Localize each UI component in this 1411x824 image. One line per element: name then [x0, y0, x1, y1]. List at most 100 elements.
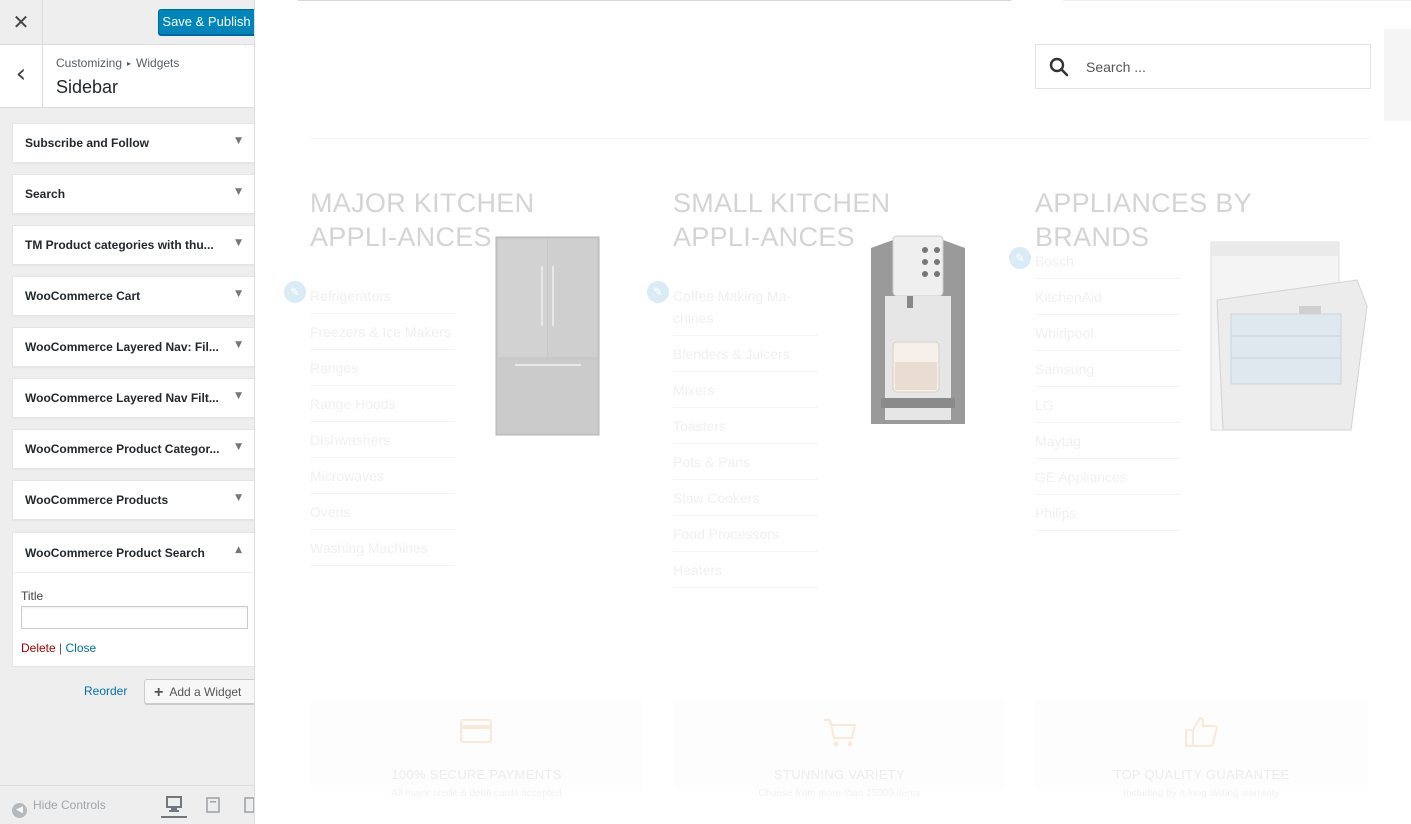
plus-icon: +: [154, 684, 164, 701]
list-item[interactable]: Whirlpool: [1035, 315, 1180, 351]
list-item[interactable]: Range Hoods: [310, 386, 455, 422]
caret-down-icon[interactable]: ▼: [235, 493, 242, 503]
caret-down-icon[interactable]: ▼: [235, 136, 242, 146]
breadcrumb-separator-icon: ▸: [127, 59, 132, 68]
save-publish-button[interactable]: Save & Publish: [158, 9, 254, 35]
list-item[interactable]: Refrigerators: [310, 278, 455, 314]
list-item[interactable]: Philips: [1035, 495, 1180, 531]
widget-header[interactable]: WooCommerce Product Search ▲: [13, 533, 254, 573]
widget-search[interactable]: Search ▼: [12, 174, 254, 214]
widget-title: WooCommerce Layered Nav Filt...: [25, 391, 219, 405]
feature-subtitle: Including by a long lasting warranty: [1123, 788, 1280, 799]
divider: [1063, 0, 1411, 1]
list-item[interactable]: Maytag: [1035, 423, 1180, 459]
desktop-icon: [166, 796, 182, 812]
widget-woocommerce-product-search: WooCommerce Product Search ▲ Title Delete…: [12, 532, 254, 667]
list-item[interactable]: Freezers & Ice Makers: [310, 314, 455, 350]
search-placeholder: Search ...: [1086, 59, 1146, 75]
list-item[interactable]: Mixers: [673, 372, 818, 408]
widget-woocommerce-layered-nav[interactable]: WooCommerce Layered Nav Filt... ▼: [12, 378, 254, 418]
section-header: ‹ Customizing ▸ Widgets Sidebar: [0, 45, 254, 108]
list-item[interactable]: Slow Cookers: [673, 480, 818, 516]
feature-secure-payments: 100% SECURE PAYMENTS All major credit & …: [310, 700, 643, 799]
list-item[interactable]: Washing Machines: [310, 530, 455, 566]
list-item[interactable]: Food Processors: [673, 516, 818, 552]
list-item[interactable]: LG: [1035, 387, 1180, 423]
list-item[interactable]: Toasters: [673, 408, 818, 444]
list-item[interactable]: Bosch: [1035, 243, 1180, 279]
site-search[interactable]: Search ...: [1035, 44, 1371, 89]
list-item[interactable]: Pots & Pans: [673, 444, 818, 480]
category-list: Bosch KitchenAid Whirlpool Samsung LG Ma…: [1035, 243, 1180, 531]
widget-title: Subscribe and Follow: [25, 136, 150, 150]
caret-down-icon[interactable]: ▼: [235, 391, 242, 401]
close-customizer-button[interactable]: ✕: [0, 0, 43, 44]
breadcrumb-item: Widgets: [136, 56, 180, 70]
widget-title: WooCommerce Product Categor...: [25, 442, 220, 456]
category-list: Coffee Making Ma-chines Blenders & Juice…: [673, 278, 818, 588]
caret-down-icon[interactable]: ▼: [235, 442, 242, 452]
hide-controls-button[interactable]: ◀ Hide Controls: [12, 798, 106, 818]
back-button[interactable]: ‹: [0, 45, 43, 107]
tablet-preview-button[interactable]: [200, 794, 226, 818]
widget-subscribe-and-follow[interactable]: Subscribe and Follow ▼: [12, 123, 254, 163]
customizer-footer: ◀ Hide Controls: [0, 785, 254, 824]
list-item[interactable]: Microwaves: [310, 458, 455, 494]
widget-tm-product-categories[interactable]: TM Product categories with thu... ▼: [12, 225, 254, 265]
caret-down-icon[interactable]: ▼: [235, 238, 242, 248]
reorder-link[interactable]: Reorder: [84, 684, 127, 698]
edit-shortcut-pencil-icon[interactable]: ✎: [1009, 247, 1031, 269]
feature-subtitle: Choose from more than 15000 items: [758, 788, 921, 799]
mobile-preview-button[interactable]: [237, 794, 254, 818]
divider: [310, 138, 1370, 139]
add-widget-label: Add a Widget: [169, 685, 242, 699]
credit-card-icon: [459, 719, 492, 743]
collapse-icon: ◀: [12, 803, 27, 818]
edit-shortcut-pencil-icon[interactable]: ✎: [647, 281, 669, 303]
customizer-header: ✕ Save & Publish: [0, 0, 254, 45]
chevron-left-icon: ‹: [15, 59, 27, 89]
title-input[interactable]: [21, 606, 248, 629]
close-link[interactable]: Close: [66, 641, 97, 655]
desktop-preview-button[interactable]: [161, 794, 187, 818]
customizer-panel: ✕ Save & Publish ‹ Customizing ▸ Widgets S…: [0, 0, 255, 824]
edit-shortcut-pencil-icon[interactable]: ✎: [284, 281, 306, 303]
feature-title: 100% SECURE PAYMENTS: [391, 767, 562, 782]
category-list: Refrigerators Freezers & Ice Makers Rang…: [310, 278, 455, 566]
list-item[interactable]: Dishwashers: [310, 422, 455, 458]
add-widget-button[interactable]: + Add a Widget: [144, 679, 254, 704]
list-item[interactable]: Blenders & Juicers: [673, 336, 818, 372]
widget-woocommerce-product-categories[interactable]: WooCommerce Product Categor... ▼: [12, 429, 254, 469]
close-icon: ✕: [12, 10, 30, 34]
widget-title: WooCommerce Product Search: [25, 546, 205, 560]
list-item[interactable]: Ranges: [310, 350, 455, 386]
widget-actions: Delete | Close: [21, 641, 96, 655]
widget-title: TM Product categories with thu...: [25, 238, 214, 252]
breadcrumb-item: Customizing: [56, 56, 123, 70]
widget-woocommerce-layered-nav-filters[interactable]: WooCommerce Layered Nav: Fil... ▼: [12, 327, 254, 367]
delete-link[interactable]: Delete: [21, 641, 56, 655]
list-item[interactable]: KitchenAid: [1035, 279, 1180, 315]
title-label: Title: [21, 589, 44, 603]
caret-down-icon[interactable]: ▼: [235, 340, 242, 350]
feature-title: TOP QUALITY GUARANTEE: [1113, 767, 1290, 782]
divider: [298, 0, 1011, 1]
widget-woocommerce-products[interactable]: WooCommerce Products ▼: [12, 480, 254, 520]
list-item[interactable]: Heaters: [673, 552, 818, 588]
caret-down-icon[interactable]: ▼: [235, 187, 242, 197]
caret-down-icon[interactable]: ▼: [235, 289, 242, 299]
mobile-icon: [244, 797, 254, 813]
search-icon: [1049, 57, 1069, 77]
feature-stunning-variety: STUNNING VARIETY Choose from more than 1…: [673, 700, 1006, 799]
list-item[interactable]: Coffee Making Ma-chines: [673, 278, 818, 336]
feature-quality-guarantee: TOP QUALITY GUARANTEE Including by a lon…: [1035, 700, 1368, 799]
list-item[interactable]: GE Appliances: [1035, 459, 1180, 495]
preview-scrollbar[interactable]: [1384, 29, 1411, 121]
feature-subtitle: All major credit & debit cards accepted: [391, 788, 562, 799]
actions-divider: |: [59, 641, 63, 655]
caret-up-icon[interactable]: ▲: [235, 545, 242, 555]
list-item[interactable]: Ovens: [310, 494, 455, 530]
widget-woocommerce-cart[interactable]: WooCommerce Cart ▼: [12, 276, 254, 316]
list-item[interactable]: Samsung: [1035, 351, 1180, 387]
tablet-icon: [206, 797, 220, 813]
